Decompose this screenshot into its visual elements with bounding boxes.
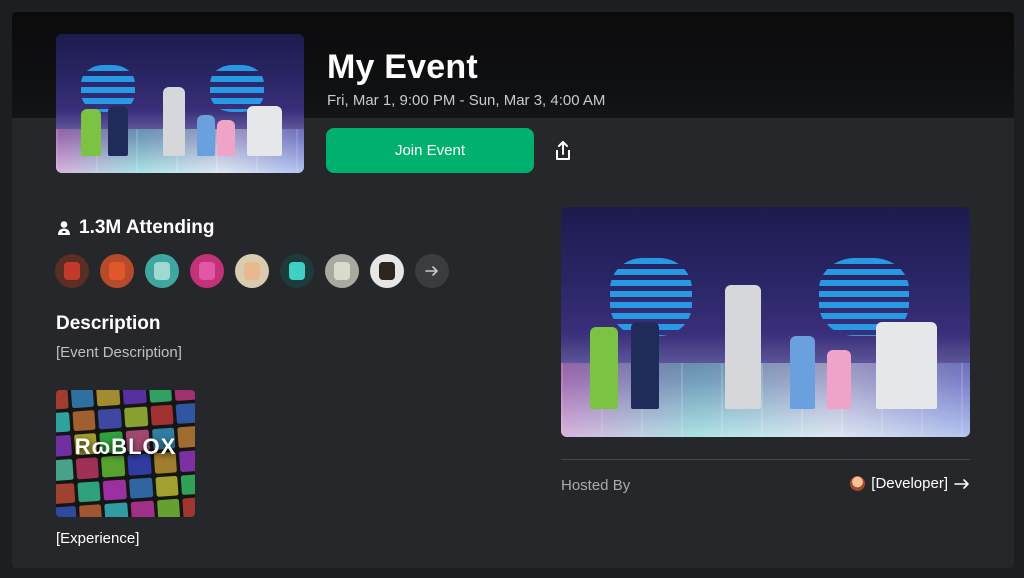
- hosted-by-label: Hosted By: [561, 477, 631, 494]
- experience-name[interactable]: [Experience]: [56, 530, 139, 547]
- led-panel-left: [80, 64, 136, 112]
- figure-2: [108, 106, 128, 157]
- share-icon: [556, 141, 570, 160]
- attendee-avatar[interactable]: [235, 254, 269, 288]
- figure-4: [197, 114, 215, 157]
- event-date: Fri, Mar 1, 9:00 PM - Sun, Mar 3, 4:00 A…: [327, 92, 606, 109]
- figure-5: [217, 120, 235, 157]
- attendee-avatar[interactable]: [280, 254, 314, 288]
- arrow-right-icon: [954, 478, 969, 489]
- attending-count: 1.3M Attending: [56, 217, 214, 239]
- figure-2: [630, 322, 660, 410]
- attendee-avatar[interactable]: [190, 254, 224, 288]
- attending-label: 1.3M Attending: [79, 217, 215, 238]
- figure-6: [875, 322, 938, 410]
- event-banner-image: [561, 207, 970, 437]
- attendee-avatar[interactable]: [145, 254, 179, 288]
- attendee-avatar[interactable]: [325, 254, 359, 288]
- attendee-avatar[interactable]: [100, 254, 134, 288]
- host-avatar: [850, 476, 866, 491]
- join-event-button[interactable]: Join Event: [326, 128, 534, 173]
- arrow-right-icon: [425, 266, 438, 276]
- experience-thumbnail[interactable]: RɷBLOX: [56, 390, 195, 517]
- roblox-logo: RɷBLOX: [74, 434, 177, 459]
- figure-3: [162, 86, 185, 157]
- event-page: My Event Fri, Mar 1, 9:00 PM - Sun, Mar …: [12, 12, 1014, 568]
- host-name: [Developer]: [871, 475, 948, 492]
- figure-3: [724, 285, 762, 410]
- description-heading: Description: [56, 313, 161, 334]
- more-attendees-button[interactable]: [415, 254, 449, 288]
- divider: [561, 459, 970, 460]
- figure-1: [80, 109, 101, 157]
- figure-6: [246, 106, 282, 157]
- figure-4: [790, 335, 815, 410]
- attendee-avatar[interactable]: [370, 254, 404, 288]
- host-link[interactable]: [Developer]: [850, 475, 970, 492]
- share-button[interactable]: [550, 138, 576, 164]
- event-thumbnail: [56, 34, 304, 173]
- join-event-label: Join Event: [394, 142, 466, 159]
- attendee-avatars: [55, 254, 449, 288]
- figure-1: [589, 326, 619, 410]
- attendee-avatar[interactable]: [55, 254, 89, 288]
- description-text: [Event Description]: [56, 344, 182, 361]
- person-icon: [58, 221, 70, 235]
- figure-5: [826, 349, 852, 410]
- event-title: My Event: [327, 48, 478, 86]
- led-panel-right: [209, 64, 265, 112]
